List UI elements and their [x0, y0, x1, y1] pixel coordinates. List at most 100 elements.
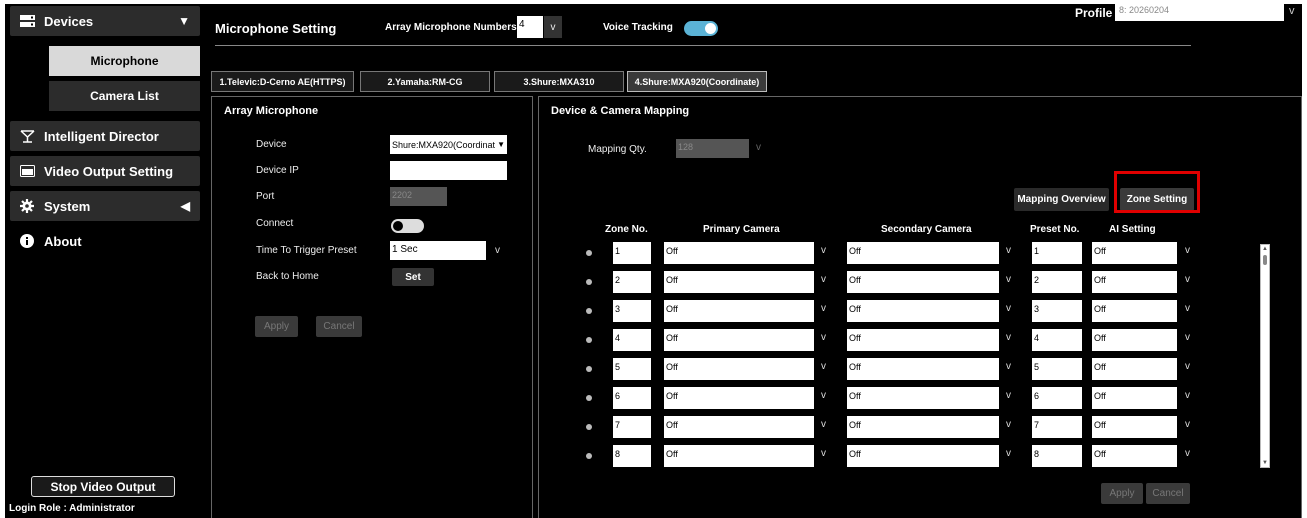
chevron-down-icon[interactable]: v: [1006, 332, 1011, 343]
preset-no-input[interactable]: 4: [1032, 329, 1082, 351]
secondary-camera-select[interactable]: Off: [847, 387, 999, 409]
device-select[interactable]: Shure:MXA920(Coordinat ▼: [390, 135, 507, 154]
stop-video-output-button[interactable]: Stop Video Output: [31, 476, 175, 497]
secondary-camera-select[interactable]: Off: [847, 358, 999, 380]
zone-no-input[interactable]: 7: [613, 416, 651, 438]
primary-camera-select[interactable]: Off: [664, 300, 814, 322]
array-mic-numbers-select[interactable]: 4: [517, 16, 543, 38]
zone-no-input[interactable]: 8: [613, 445, 651, 467]
tab-televic[interactable]: 1.Televic:D-Cerno AE(HTTPS): [211, 71, 354, 92]
chevron-down-icon[interactable]: v: [1006, 245, 1011, 256]
chevron-down-icon[interactable]: v: [821, 303, 826, 314]
zone-no-input[interactable]: 6: [613, 387, 651, 409]
secondary-camera-select[interactable]: Off: [847, 329, 999, 351]
sidebar-item-microphone[interactable]: Microphone: [49, 46, 200, 76]
chevron-down-icon[interactable]: v: [821, 274, 826, 285]
primary-camera-select[interactable]: Off: [664, 329, 814, 351]
scroll-up-icon[interactable]: ▲: [1261, 246, 1269, 252]
preset-no-input[interactable]: 1: [1032, 242, 1082, 264]
zone-table-scrollbar[interactable]: ▲ ▼: [1260, 244, 1270, 468]
cancel-button[interactable]: Cancel: [316, 316, 362, 337]
chevron-down-icon[interactable]: v: [821, 245, 826, 256]
chevron-down-icon[interactable]: v: [1006, 448, 1011, 459]
chevron-down-icon[interactable]: v: [821, 419, 826, 430]
nav-intelligent-director[interactable]: Intelligent Director: [10, 121, 200, 151]
connect-toggle[interactable]: [391, 219, 424, 233]
chevron-down-icon[interactable]: v: [821, 390, 826, 401]
zone-no-input[interactable]: 1: [613, 242, 651, 264]
trigger-select[interactable]: 1 Sec: [390, 241, 486, 260]
device-ip-input[interactable]: [390, 161, 507, 180]
nav-video-output-setting[interactable]: Video Output Setting: [10, 156, 200, 186]
ai-setting-select[interactable]: Off: [1092, 329, 1177, 351]
ai-setting-select[interactable]: Off: [1092, 445, 1177, 467]
preset-no-input[interactable]: 2: [1032, 271, 1082, 293]
ai-setting-select[interactable]: Off: [1092, 416, 1177, 438]
preset-no-input[interactable]: 6: [1032, 387, 1082, 409]
mapping-apply-button[interactable]: Apply: [1101, 483, 1143, 504]
preset-no-input[interactable]: 8: [1032, 445, 1082, 467]
ai-setting-select[interactable]: Off: [1092, 387, 1177, 409]
tab-shure-mxa310[interactable]: 3.Shure:MXA310: [494, 71, 624, 92]
chevron-down-icon[interactable]: v: [1185, 448, 1190, 459]
mapping-overview-button[interactable]: Mapping Overview: [1014, 188, 1109, 211]
profile-select[interactable]: 8: 20260204: [1115, 4, 1284, 21]
tab-shure-mxa920[interactable]: 4.Shure:MXA920(Coordinate): [627, 71, 767, 92]
chevron-down-icon[interactable]: v: [1006, 303, 1011, 314]
chevron-down-icon[interactable]: v: [821, 448, 826, 459]
chevron-down-icon[interactable]: v: [821, 361, 826, 372]
chevron-down-icon[interactable]: v: [1185, 419, 1190, 430]
mapping-qty-select[interactable]: 128: [676, 139, 749, 158]
chevron-down-icon[interactable]: v: [1006, 419, 1011, 430]
apply-button[interactable]: Apply: [255, 316, 298, 337]
ai-setting-select[interactable]: Off: [1092, 271, 1177, 293]
primary-camera-select[interactable]: Off: [664, 387, 814, 409]
ai-setting-select[interactable]: Off: [1092, 242, 1177, 264]
caret-down-icon: ▼: [178, 14, 190, 28]
primary-camera-select[interactable]: Off: [664, 358, 814, 380]
secondary-camera-select[interactable]: Off: [847, 271, 999, 293]
zone-no-input[interactable]: 5: [613, 358, 651, 380]
chevron-down-icon[interactable]: v: [1185, 303, 1190, 314]
mapping-cancel-button[interactable]: Cancel: [1146, 483, 1190, 504]
ai-setting-select[interactable]: Off: [1092, 358, 1177, 380]
voice-tracking-toggle[interactable]: [684, 21, 718, 36]
chevron-down-icon[interactable]: v: [1006, 361, 1011, 372]
secondary-camera-select[interactable]: Off: [847, 445, 999, 467]
primary-camera-select[interactable]: Off: [664, 242, 814, 264]
profile-chevron-icon[interactable]: v: [1289, 5, 1295, 17]
secondary-camera-select[interactable]: Off: [847, 242, 999, 264]
zone-no-input[interactable]: 3: [613, 300, 651, 322]
chevron-down-icon[interactable]: v: [1006, 274, 1011, 285]
chevron-down-icon[interactable]: v: [1185, 332, 1190, 343]
preset-no-input[interactable]: 7: [1032, 416, 1082, 438]
port-input[interactable]: 2202: [390, 187, 447, 206]
zone-no-input[interactable]: 2: [613, 271, 651, 293]
chevron-down-icon[interactable]: v: [1185, 390, 1190, 401]
preset-no-input[interactable]: 5: [1032, 358, 1082, 380]
chevron-down-icon[interactable]: v: [1185, 245, 1190, 256]
chevron-down-icon[interactable]: v: [495, 245, 500, 256]
primary-camera-select[interactable]: Off: [664, 416, 814, 438]
chevron-down-icon[interactable]: v: [756, 142, 761, 153]
scroll-thumb[interactable]: [1263, 255, 1267, 265]
chevron-down-icon[interactable]: v: [1185, 274, 1190, 285]
nav-system[interactable]: System ◀: [10, 191, 200, 221]
chevron-down-icon[interactable]: v: [1185, 361, 1190, 372]
sidebar-item-camera-list[interactable]: Camera List: [49, 81, 200, 111]
chevron-down-icon[interactable]: v: [1006, 390, 1011, 401]
scroll-down-icon[interactable]: ▼: [1261, 460, 1269, 466]
tab-yamaha[interactable]: 2.Yamaha:RM-CG: [360, 71, 490, 92]
chevron-down-icon[interactable]: v: [544, 16, 562, 38]
set-button[interactable]: Set: [392, 268, 434, 286]
secondary-camera-select[interactable]: Off: [847, 416, 999, 438]
ai-setting-select[interactable]: Off: [1092, 300, 1177, 322]
primary-camera-select[interactable]: Off: [664, 271, 814, 293]
preset-no-input[interactable]: 3: [1032, 300, 1082, 322]
zone-no-input[interactable]: 4: [613, 329, 651, 351]
chevron-down-icon[interactable]: v: [821, 332, 826, 343]
primary-camera-select[interactable]: Off: [664, 445, 814, 467]
secondary-camera-select[interactable]: Off: [847, 300, 999, 322]
nav-about[interactable]: About: [10, 226, 200, 256]
nav-devices[interactable]: Devices ▼: [10, 6, 200, 36]
